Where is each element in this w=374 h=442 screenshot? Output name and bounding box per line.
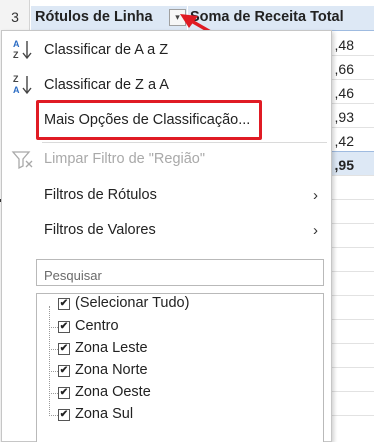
value-checklist: ✔ (Selecionar Tudo) ✔ Centro ✔ Zona Lest… xyxy=(36,293,324,442)
checkbox-zona-sul[interactable]: ✔ xyxy=(58,409,70,421)
value-cell: ,42 xyxy=(334,133,354,149)
checkbox-zona-oeste[interactable]: ✔ xyxy=(58,387,70,399)
label-filters-label: Filtros de Rótulos xyxy=(44,187,157,203)
chevron-right-icon: › xyxy=(313,221,318,239)
value-cell: ,46 xyxy=(334,85,354,101)
value-filters-item[interactable]: Filtros de Valores › xyxy=(2,215,332,245)
value-cell: ,48 xyxy=(334,37,354,53)
checkbox-label: Zona Sul xyxy=(75,406,134,422)
sort-z-to-a-label: Classificar de Z a A xyxy=(44,77,169,93)
checkbox-select-all[interactable]: ✔ xyxy=(58,298,70,310)
checkbox-label: Zona Norte xyxy=(75,362,148,378)
clear-filter-item: Limpar Filtro de "Região" xyxy=(2,144,332,174)
chevron-right-icon: › xyxy=(313,186,318,204)
label-filters-item[interactable]: Filtros de Rótulos › xyxy=(2,180,332,210)
row-number: 3 xyxy=(11,9,19,25)
checkbox-zona-leste[interactable]: ✔ xyxy=(58,343,70,355)
search-input[interactable] xyxy=(36,259,324,286)
red-highlight-box xyxy=(36,100,262,140)
sort-filter-dropdown-menu: A Z Classificar de A a Z Z A Classificar… xyxy=(1,30,332,442)
sort-a-to-z-label: Classificar de A a Z xyxy=(44,42,169,58)
clear-filter-label: Limpar Filtro de "Região" xyxy=(44,151,206,167)
checkbox-centro[interactable]: ✔ xyxy=(58,321,70,333)
svg-text:Z: Z xyxy=(13,50,19,60)
sort-a-to-z-item[interactable]: A Z Classificar de A a Z xyxy=(2,35,332,65)
sort-descending-icon: Z A xyxy=(13,74,32,95)
grand-total-value: ,95 xyxy=(334,157,354,173)
sort-ascending-icon: A Z xyxy=(13,39,32,60)
svg-text:A: A xyxy=(13,39,20,49)
svg-text:Z: Z xyxy=(13,74,19,84)
sort-z-to-a-item[interactable]: Z A Classificar de Z a A xyxy=(2,70,332,100)
clear-filter-icon xyxy=(11,151,33,170)
value-cell: ,93 xyxy=(334,109,354,125)
tree-connector xyxy=(49,306,50,414)
checkbox-label: (Selecionar Tudo) xyxy=(75,295,190,311)
svg-text:A: A xyxy=(13,85,20,95)
value-cell: ,66 xyxy=(334,61,354,77)
checkbox-zona-norte[interactable]: ✔ xyxy=(58,365,70,377)
checkbox-label: Centro xyxy=(75,318,119,334)
checkbox-label: Zona Oeste xyxy=(75,384,151,400)
row-labels-header[interactable]: Rótulos de Linha xyxy=(31,6,187,31)
menu-separator xyxy=(42,142,327,143)
value-filters-label: Filtros de Valores xyxy=(44,222,156,238)
checkbox-label: Zona Leste xyxy=(75,340,148,356)
